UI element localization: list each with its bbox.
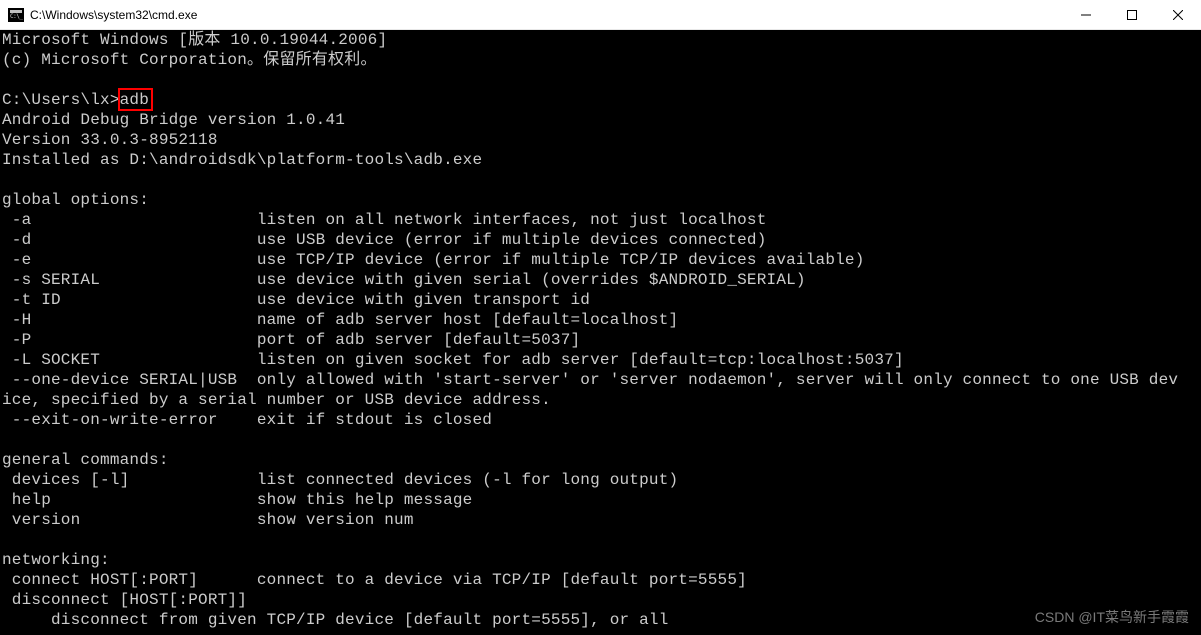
minimize-icon [1081, 10, 1091, 20]
terminal-line: networking: [2, 550, 1199, 570]
terminal-output[interactable]: Microsoft Windows [版本 10.0.19044.2006](c… [0, 30, 1201, 635]
window-title: C:\Windows\system32\cmd.exe [30, 8, 197, 22]
terminal-line: disconnect from given TCP/IP device [def… [2, 610, 1199, 630]
close-button[interactable] [1155, 0, 1201, 30]
terminal-line: Version 33.0.3-8952118 [2, 130, 1199, 150]
terminal-line: Microsoft Windows [版本 10.0.19044.2006] [2, 30, 1199, 50]
terminal-line: version show version num [2, 510, 1199, 530]
terminal-line: -a listen on all network interfaces, not… [2, 210, 1199, 230]
terminal-line: general commands: [2, 450, 1199, 470]
terminal-line [2, 430, 1199, 450]
terminal-line: -H name of adb server host [default=loca… [2, 310, 1199, 330]
terminal-line: -L SOCKET listen on given socket for adb… [2, 350, 1199, 370]
terminal-line [2, 70, 1199, 90]
terminal-line: -d use USB device (error if multiple dev… [2, 230, 1199, 250]
window-title-bar: C:\Windows\system32\cmd.exe [0, 0, 1201, 30]
maximize-button[interactable] [1109, 0, 1155, 30]
terminal-line: -s SERIAL use device with given serial (… [2, 270, 1199, 290]
terminal-line: -t ID use device with given transport id [2, 290, 1199, 310]
terminal-line: --exit-on-write-error exit if stdout is … [2, 410, 1199, 430]
cmd-icon [8, 8, 24, 22]
terminal-line: -P port of adb server [default=5037] [2, 330, 1199, 350]
terminal-line: (c) Microsoft Corporation。保留所有权利。 [2, 50, 1199, 70]
maximize-icon [1127, 10, 1137, 20]
minimize-button[interactable] [1063, 0, 1109, 30]
terminal-line: --one-device SERIAL|USB only allowed wit… [2, 370, 1199, 390]
terminal-line: Installed as D:\androidsdk\platform-tool… [2, 150, 1199, 170]
close-icon [1173, 10, 1183, 20]
terminal-line: -e use TCP/IP device (error if multiple … [2, 250, 1199, 270]
terminal-line: devices [-l] list connected devices (-l … [2, 470, 1199, 490]
terminal-line: global options: [2, 190, 1199, 210]
terminal-line: C:\Users\lx>adb [2, 90, 1199, 110]
terminal-line: connect HOST[:PORT] connect to a device … [2, 570, 1199, 590]
terminal-line: help show this help message [2, 490, 1199, 510]
terminal-line: ice, specified by a serial number or USB… [2, 390, 1199, 410]
terminal-line: disconnect [HOST[:PORT]] [2, 590, 1199, 610]
terminal-line [2, 530, 1199, 550]
terminal-line: Android Debug Bridge version 1.0.41 [2, 110, 1199, 130]
terminal-line [2, 170, 1199, 190]
